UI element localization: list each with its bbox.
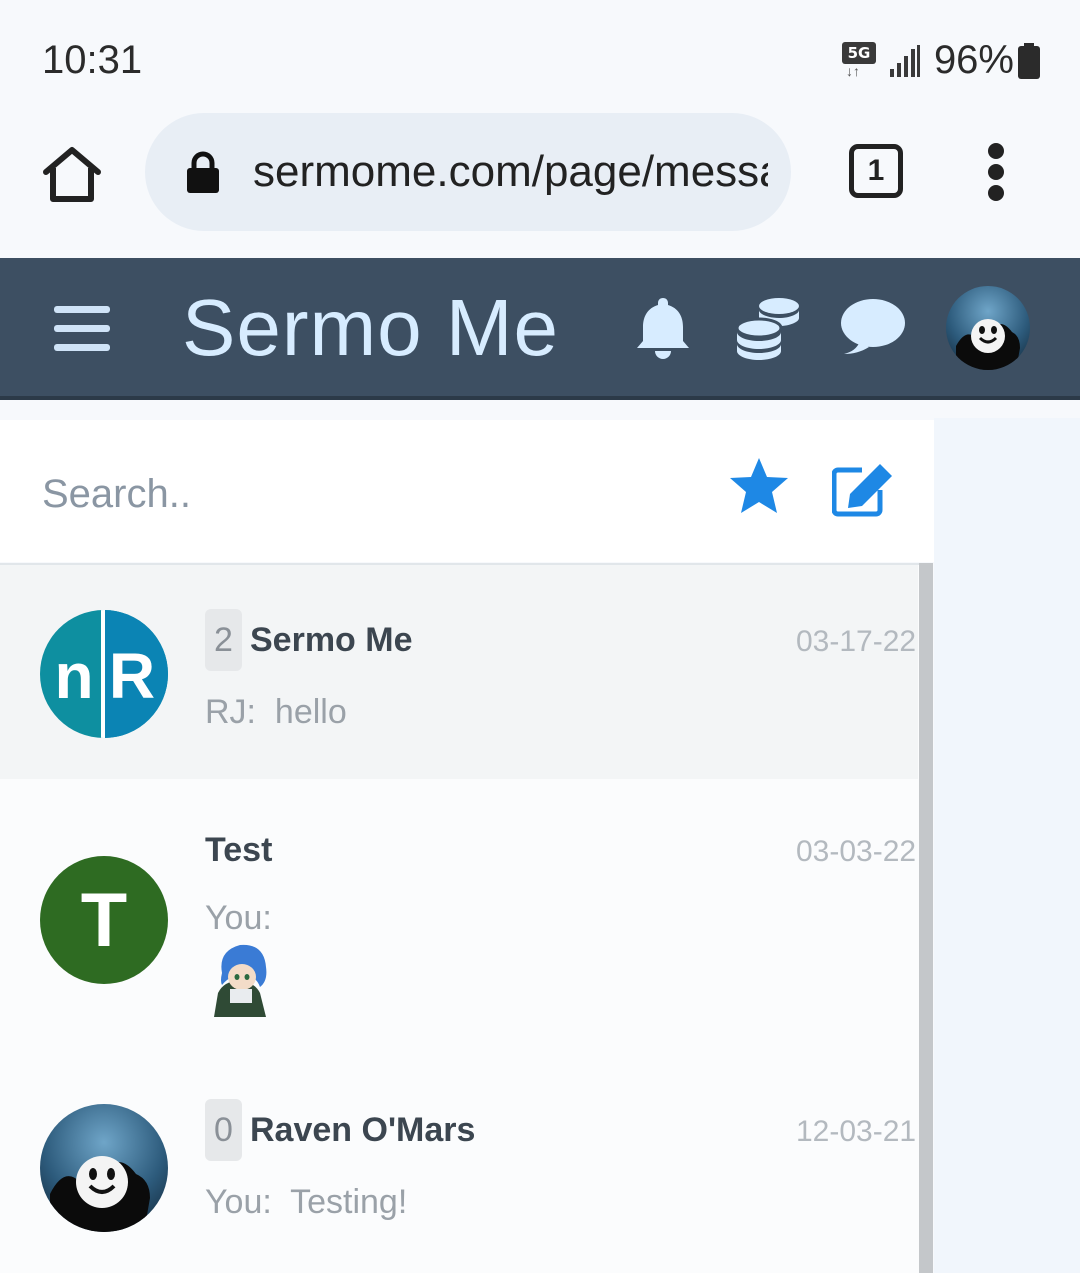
- coins-icon[interactable]: [733, 292, 803, 362]
- conversation-list: n R 2 Sermo Me 03-17-22 RJ: hello T Test…: [0, 563, 920, 1273]
- preview-sender: RJ:: [205, 693, 256, 731]
- network-5g-icon: 5G ↓↑: [841, 41, 876, 80]
- unread-badge: 0: [205, 1099, 242, 1161]
- menu-icon[interactable]: [54, 306, 110, 352]
- conversation-preview: You:: [205, 899, 272, 938]
- address-bar[interactable]: sermome.com/page/messages: [145, 113, 791, 231]
- app-title[interactable]: Sermo Me: [182, 282, 559, 374]
- conversation-preview: RJ: hello: [205, 693, 347, 732]
- conversation-name: Sermo Me: [250, 621, 413, 659]
- unread-badge: 2: [205, 609, 242, 671]
- avatar-letter: T: [81, 878, 127, 963]
- status-bar: 10:31 5G ↓↑ 96%: [0, 0, 1080, 110]
- avatar: T: [40, 856, 168, 984]
- url-text: sermome.com/page/messages: [253, 147, 768, 196]
- chat-bubble-icon[interactable]: [838, 292, 908, 362]
- sticker-image: [214, 944, 267, 1017]
- preview-text: hello: [274, 693, 347, 731]
- star-icon[interactable]: [728, 456, 790, 516]
- search-row: [0, 420, 934, 562]
- signal-icon: [889, 44, 920, 77]
- tabs-button[interactable]: 1: [849, 144, 903, 198]
- more-vert-icon[interactable]: [980, 140, 1012, 201]
- compose-icon[interactable]: [832, 462, 894, 518]
- user-avatar[interactable]: [946, 286, 1030, 370]
- conversation-date: 03-03-22: [796, 835, 917, 868]
- preview-text: Testing!: [290, 1183, 408, 1221]
- avatar: n R: [40, 610, 168, 738]
- status-indicators: 5G ↓↑ 96%: [841, 38, 1040, 83]
- conversation-name: Test: [205, 831, 273, 869]
- preview-sender: You:: [205, 1183, 272, 1221]
- status-time: 10:31: [42, 38, 143, 82]
- bell-icon[interactable]: [628, 292, 698, 362]
- battery-icon: [1018, 42, 1040, 79]
- battery-level: 96%: [933, 38, 1014, 82]
- conversation-item[interactable]: T Test 03-03-22 You:: [0, 779, 918, 1061]
- lock-icon: [187, 151, 219, 193]
- conversation-item[interactable]: n R 2 Sermo Me 03-17-22 RJ: hello: [0, 565, 918, 779]
- conversation-date: 12-03-21: [796, 1115, 917, 1148]
- avatar-letter: R: [109, 640, 155, 712]
- conversation-date: 03-17-22: [796, 625, 917, 658]
- message-pane: [934, 418, 1080, 1273]
- search-input[interactable]: [42, 466, 602, 522]
- home-icon[interactable]: [40, 142, 104, 206]
- conversation-item[interactable]: 0 Raven O'Mars 12-03-21 You: Testing!: [0, 1061, 918, 1273]
- browser-toolbar: sermome.com/page/messages 1: [0, 110, 1080, 256]
- preview-sender: You:: [205, 899, 272, 937]
- conversation-preview: You: Testing!: [205, 1183, 407, 1222]
- avatar: [40, 1104, 168, 1232]
- app-header: Sermo Me: [0, 258, 1080, 400]
- avatar-letter: n: [54, 640, 93, 712]
- scrollbar[interactable]: [919, 563, 933, 1273]
- conversation-name: Raven O'Mars: [250, 1111, 476, 1149]
